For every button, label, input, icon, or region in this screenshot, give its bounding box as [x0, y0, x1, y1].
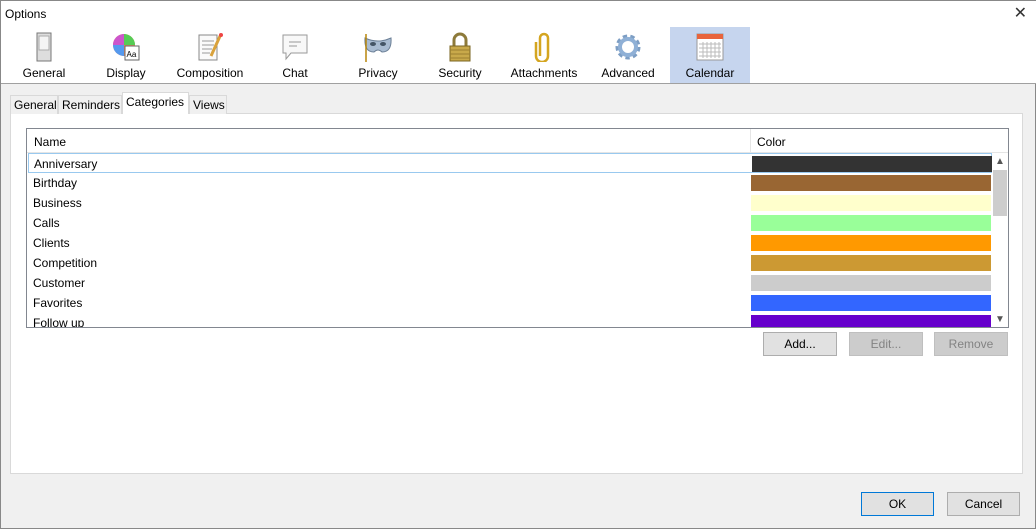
cancel-button[interactable]: Cancel: [947, 492, 1020, 516]
mask-icon: [364, 32, 392, 62]
toolbar-label: Chat: [282, 66, 308, 80]
categories-list[interactable]: Name Color Anniversary Birthday Business Ca…: [26, 128, 1009, 328]
category-name: Anniversary: [34, 157, 98, 171]
ok-button[interactable]: OK: [861, 492, 934, 516]
remove-button[interactable]: Remove: [934, 332, 1008, 356]
category-color-swatch: [751, 235, 991, 251]
tab-general[interactable]: General: [10, 95, 58, 114]
window-title: Options: [5, 7, 47, 21]
category-name: Follow up: [33, 316, 85, 328]
toolbar-advanced[interactable]: Advanced: [588, 27, 668, 83]
category-name: Business: [33, 196, 82, 210]
toolbar-label: Display: [106, 66, 146, 80]
calendar-icon: [696, 32, 724, 62]
options-toolbar: General Aa Display Composition Chat Privacy Se…: [1, 27, 1036, 84]
list-item[interactable]: Clients: [28, 233, 992, 253]
column-header-name[interactable]: Name: [34, 135, 66, 149]
toolbar-chat[interactable]: Chat: [255, 27, 335, 83]
toolbar-security[interactable]: Security: [420, 27, 500, 83]
paperclip-icon: [530, 32, 558, 64]
toolbar-general[interactable]: General: [4, 27, 84, 83]
tab-views[interactable]: Views: [189, 95, 227, 114]
tab-label: Reminders: [62, 98, 121, 112]
toolbar-label: General: [22, 66, 66, 80]
list-item[interactable]: Business: [28, 193, 992, 213]
list-item[interactable]: Birthday: [28, 173, 992, 193]
notepad-pencil-icon: [196, 32, 224, 62]
edit-button[interactable]: Edit...: [849, 332, 923, 356]
toolbar-label: Security: [438, 66, 482, 80]
category-name: Customer: [33, 276, 86, 290]
category-name: Birthday: [33, 176, 78, 190]
tab-categories[interactable]: Categories: [122, 92, 189, 114]
list-item[interactable]: Calls: [28, 213, 992, 233]
list-item[interactable]: Favorites: [28, 293, 992, 313]
toolbar-calendar[interactable]: Calendar: [670, 27, 750, 83]
category-color-swatch: [751, 195, 991, 211]
padlock-icon: [446, 32, 474, 62]
switch-icon: [30, 32, 58, 62]
tab-label: Views: [193, 98, 225, 112]
category-color-swatch: [751, 175, 991, 191]
vertical-scrollbar[interactable]: ▲ ▼: [992, 153, 1008, 327]
column-header-color[interactable]: Color: [757, 135, 786, 149]
scroll-down-icon[interactable]: ▼: [992, 311, 1008, 327]
scroll-thumb[interactable]: [993, 170, 1007, 216]
toolbar-attachments[interactable]: Attachments: [504, 27, 584, 83]
color-wheel-icon: Aa: [112, 32, 140, 62]
column-divider[interactable]: [750, 129, 751, 153]
toolbar-label: Privacy: [358, 66, 398, 80]
toolbar-label: Advanced: [601, 66, 655, 80]
scroll-up-icon[interactable]: ▲: [992, 153, 1008, 170]
list-item[interactable]: Competition: [28, 253, 992, 273]
close-icon[interactable]: ✕: [1014, 3, 1027, 23]
category-color-swatch: [751, 315, 991, 327]
toolbar-composition[interactable]: Composition: [170, 27, 250, 83]
category-name: Clients: [33, 236, 70, 250]
toolbar-label: Composition: [176, 66, 244, 80]
add-button[interactable]: Add...: [763, 332, 837, 356]
list-header: Name Color: [27, 129, 1008, 153]
toolbar-label: Calendar: [685, 66, 735, 80]
category-color-swatch: [752, 156, 992, 172]
list-item[interactable]: Follow up: [28, 313, 992, 328]
tab-reminders[interactable]: Reminders: [58, 95, 122, 114]
gear-icon: [614, 32, 642, 62]
toolbar-label: Attachments: [510, 66, 578, 80]
category-color-swatch: [751, 275, 991, 291]
toolbar-privacy[interactable]: Privacy: [338, 27, 418, 83]
chat-bubble-icon: [281, 32, 309, 62]
category-name: Competition: [33, 256, 98, 270]
svg-text:Aa: Aa: [127, 50, 137, 59]
list-item[interactable]: Anniversary: [28, 153, 992, 173]
list-item[interactable]: Customer: [28, 273, 992, 293]
category-color-swatch: [751, 255, 991, 271]
title-bar: Options ✕: [1, 1, 1036, 27]
tab-label: Categories: [126, 95, 185, 109]
tab-label: General: [14, 98, 57, 112]
category-name: Favorites: [33, 296, 83, 310]
category-color-swatch: [751, 215, 991, 231]
toolbar-display[interactable]: Aa Display: [86, 27, 166, 83]
category-color-swatch: [751, 295, 991, 311]
category-name: Calls: [33, 216, 60, 230]
